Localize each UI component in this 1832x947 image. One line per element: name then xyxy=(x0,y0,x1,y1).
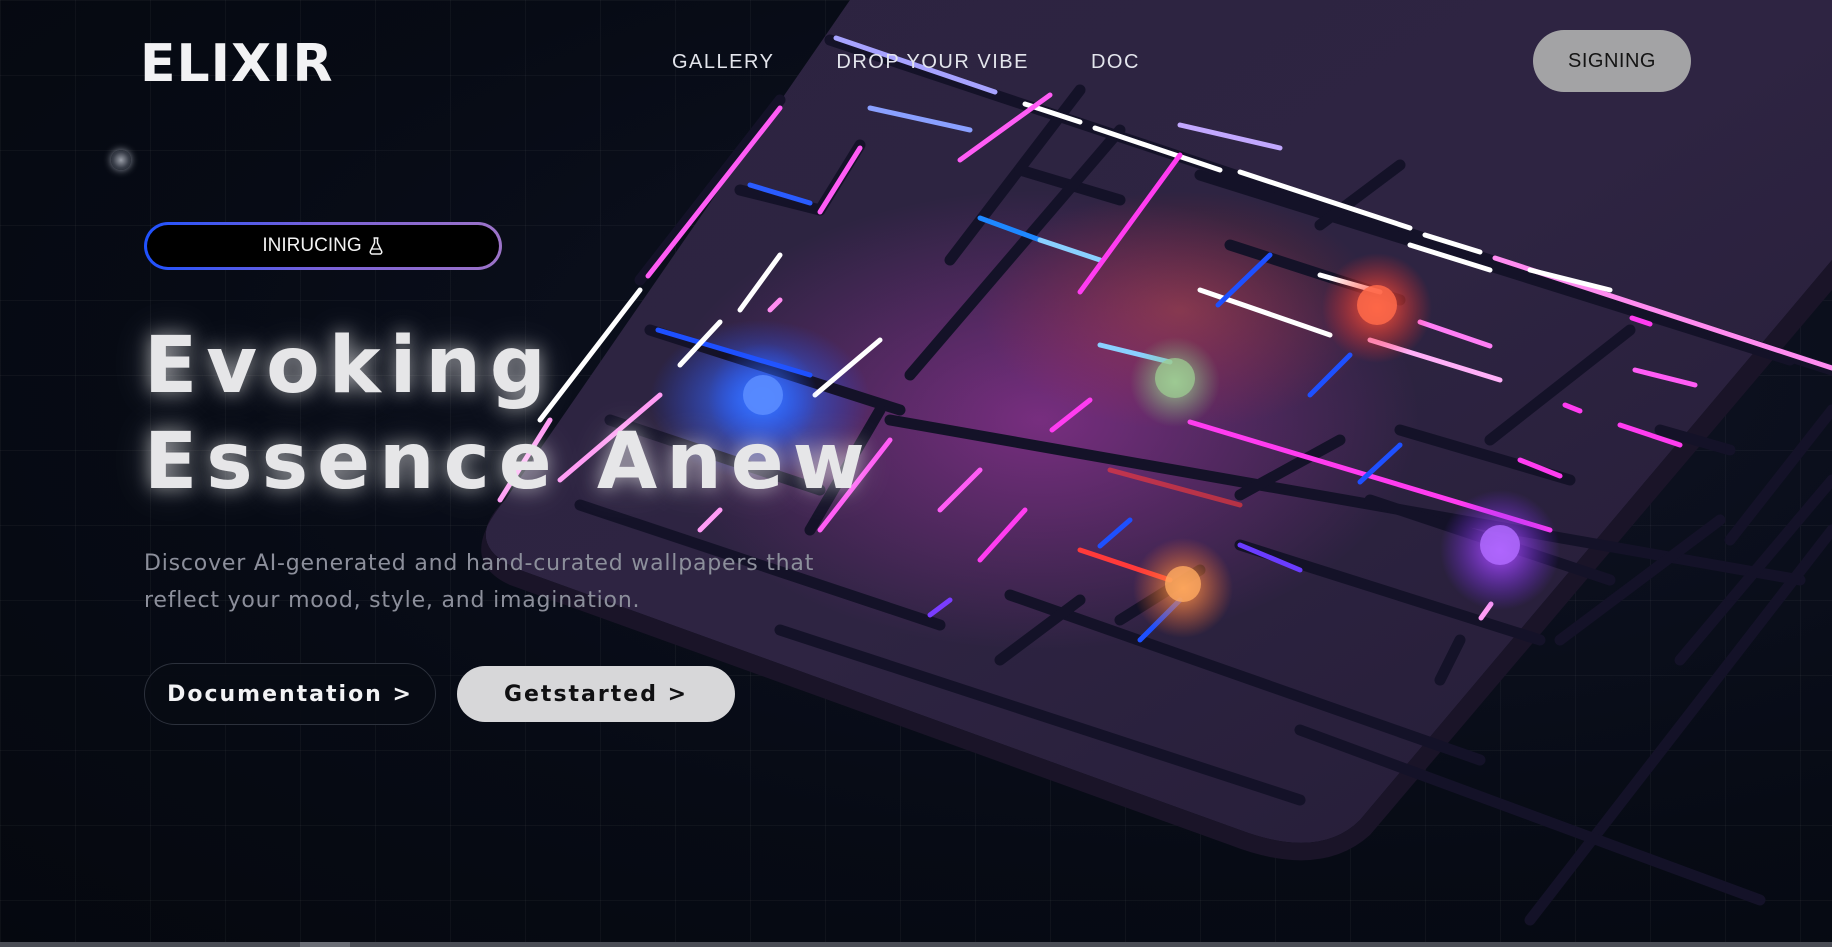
hero-title-line2: Essence Anew xyxy=(144,417,874,507)
flask-icon xyxy=(368,237,384,255)
horizontal-scrollbar[interactable] xyxy=(0,942,1832,947)
landing-page: ELIXIR GALLERY DROP YOUR VIBE DOC SIGNIN… xyxy=(0,0,1832,947)
main-nav: GALLERY DROP YOUR VIBE DOC xyxy=(672,48,1140,76)
dot-icon xyxy=(111,150,131,170)
nav-gallery[interactable]: GALLERY xyxy=(672,48,774,76)
brand-logo[interactable]: ELIXIR xyxy=(140,34,333,94)
badge-label: INIRUCING xyxy=(262,235,362,256)
hero-subtitle: Discover AI-generated and hand-curated w… xyxy=(144,545,864,619)
hero-subtitle-line1: Discover AI-generated and hand-curated w… xyxy=(144,551,815,576)
nav-doc[interactable]: DOC xyxy=(1091,48,1140,76)
hero-title: Evoking Essence Anew xyxy=(144,318,874,510)
scrollbar-thumb[interactable] xyxy=(300,942,350,947)
get-started-button[interactable]: Getstarted > xyxy=(457,666,735,722)
hero-title-line1: Evoking xyxy=(144,321,555,411)
nav-drop-your-vibe[interactable]: DROP YOUR VIBE xyxy=(836,48,1029,76)
intro-badge[interactable]: INIRUCING xyxy=(144,222,502,270)
documentation-button[interactable]: Documentation > xyxy=(144,663,436,725)
signin-button[interactable]: SIGNING xyxy=(1533,30,1691,92)
hero-subtitle-line2: reflect your mood, style, and imaginatio… xyxy=(144,588,641,613)
